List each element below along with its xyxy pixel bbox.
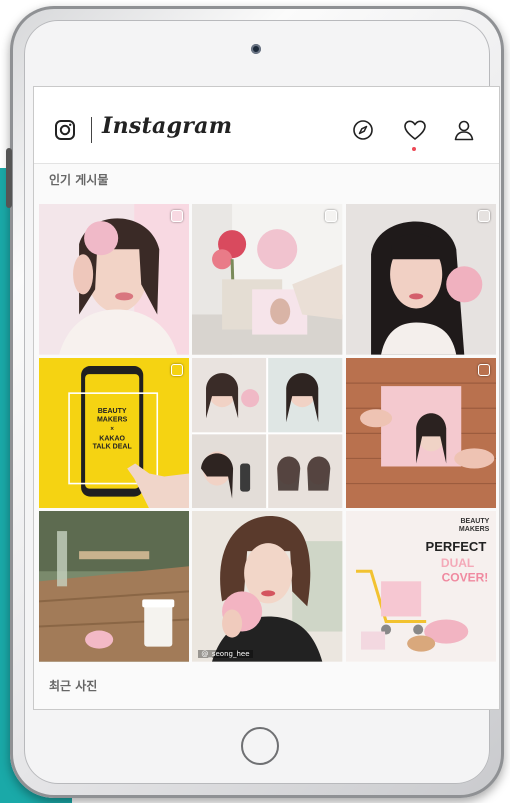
promo-text-talkdeal: TALK DEAL xyxy=(93,443,133,450)
instagram-header: Instagram xyxy=(34,87,499,164)
post-photo xyxy=(345,204,496,355)
post-thumbnail[interactable] xyxy=(39,204,190,355)
promo-text-times: × xyxy=(110,426,114,432)
post-thumbnail[interactable]: BEAUTY MAKERS × KAKAO TALK DEAL xyxy=(39,357,190,509)
post-thumbnail[interactable]: @_seong_hee xyxy=(192,511,343,662)
post-photo: BEAUTY MAKERS × KAKAO TALK DEAL xyxy=(39,357,190,509)
home-button[interactable] xyxy=(241,727,279,765)
post-thumbnail[interactable] xyxy=(192,357,343,509)
profile-icon[interactable] xyxy=(453,119,475,141)
tablet-side-button xyxy=(6,148,12,208)
post-thumbnail[interactable]: BEAUTY MAKERS PERFECT DUAL COVER! xyxy=(345,511,496,662)
promo-text-cover: COVER! xyxy=(441,571,488,585)
post-photo xyxy=(192,357,343,509)
post-photo xyxy=(39,511,190,662)
photo-handle-caption: @_seong_hee xyxy=(198,650,253,658)
promo-text-kakao: KAKAO xyxy=(99,435,125,442)
post-photo xyxy=(39,204,190,355)
promo-text-perfect: PERFECT xyxy=(425,539,486,554)
heart-icon[interactable] xyxy=(403,119,427,141)
promo-text-beauty: BEAUTY xyxy=(460,518,489,525)
popular-posts-grid: BEAUTY MAKERS × KAKAO TALK DEAL @_seong_… xyxy=(39,204,496,662)
front-camera xyxy=(251,44,261,54)
popular-posts-heading: 인기 게시물 xyxy=(49,173,109,187)
post-thumbnail[interactable] xyxy=(345,357,496,509)
promo-text-dual: DUAL xyxy=(441,557,474,571)
post-photo xyxy=(345,357,496,509)
multiple-images-icon xyxy=(477,363,490,376)
notification-dot xyxy=(412,147,416,151)
multiple-images-icon xyxy=(477,210,490,222)
instagram-glyph-icon[interactable] xyxy=(54,119,76,141)
post-photo: BEAUTY MAKERS PERFECT DUAL COVER! xyxy=(345,511,496,662)
multiple-images-icon xyxy=(324,210,337,222)
header-divider xyxy=(91,117,92,143)
post-thumbnail[interactable] xyxy=(345,204,496,355)
multiple-images-icon xyxy=(171,363,184,376)
post-thumbnail[interactable] xyxy=(39,511,190,662)
post-photo xyxy=(192,511,343,662)
promo-text-beauty: BEAUTY xyxy=(98,408,127,415)
multiple-images-icon xyxy=(171,210,184,222)
instagram-screen: Instagram 인기 게시물 BEAUTY MAKERS × KAKAO T… xyxy=(33,86,500,710)
promo-text-makers: MAKERS xyxy=(459,526,490,533)
compass-icon[interactable] xyxy=(352,119,374,141)
instagram-wordmark[interactable]: Instagram xyxy=(102,113,232,139)
post-photo xyxy=(192,204,343,355)
post-thumbnail[interactable] xyxy=(192,204,343,355)
promo-text-makers: MAKERS xyxy=(97,416,128,423)
recent-photos-heading: 최근 사진 xyxy=(49,679,98,693)
